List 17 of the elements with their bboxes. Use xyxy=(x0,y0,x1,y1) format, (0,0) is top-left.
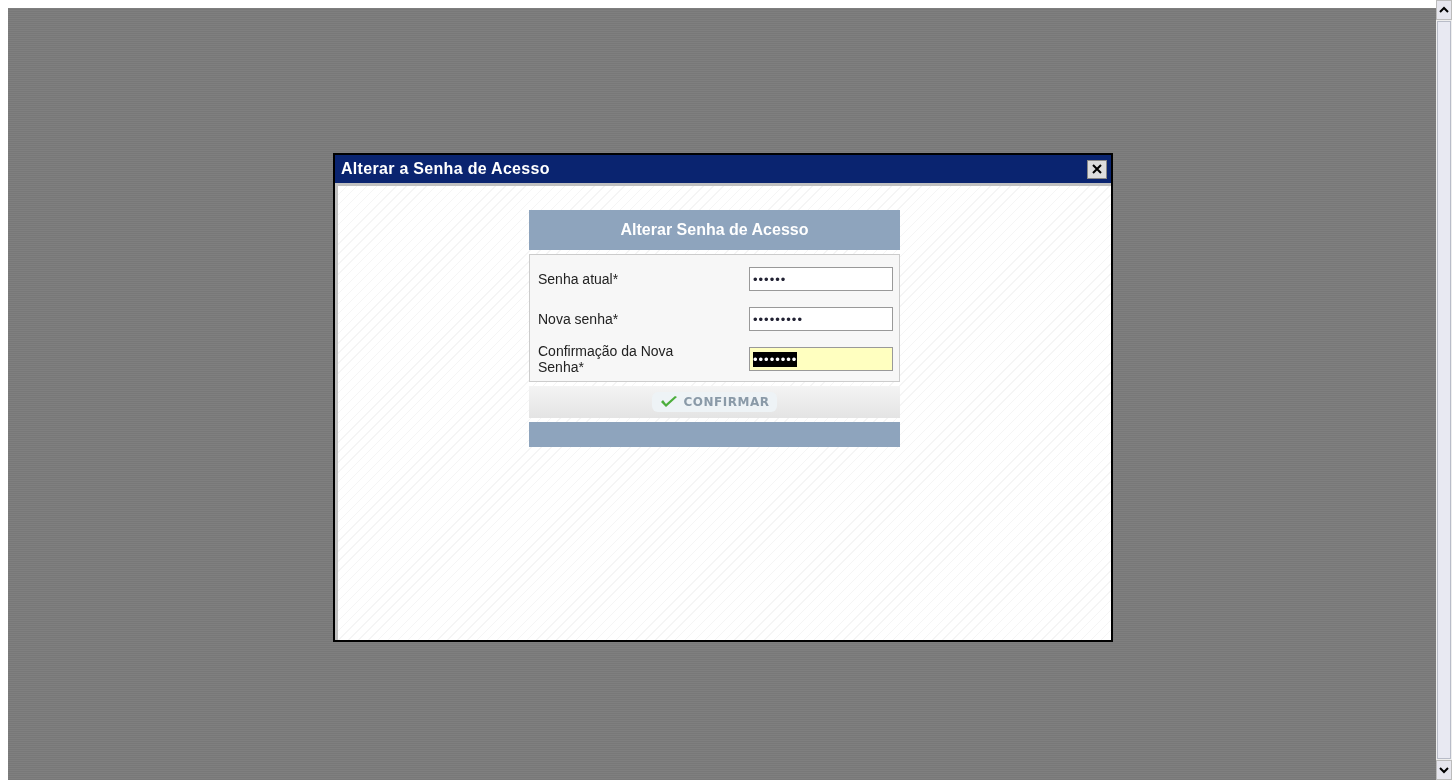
scroll-thumb[interactable] xyxy=(1437,21,1451,759)
form-heading: Alterar Senha de Acesso xyxy=(529,210,900,250)
password-field[interactable]: •••••• xyxy=(749,267,893,291)
password-field[interactable]: ••••••••• xyxy=(749,307,893,331)
scroll-up-button[interactable] xyxy=(1436,0,1452,20)
field-label: Confirmação da Nova Senha* xyxy=(538,343,675,375)
checkmark-icon xyxy=(659,395,678,409)
scroll-down-button[interactable] xyxy=(1436,760,1452,780)
caret-up-icon xyxy=(1439,6,1449,14)
scrollbar[interactable] xyxy=(1436,0,1452,780)
field-label: Senha atual* xyxy=(538,271,620,287)
close-icon xyxy=(1091,163,1103,175)
password-field[interactable]: •••••••• xyxy=(749,347,893,371)
field-label: Nova senha* xyxy=(538,311,620,327)
window-title: Alterar a Senha de Acesso xyxy=(341,160,550,178)
close-button[interactable] xyxy=(1087,159,1107,179)
caret-down-icon xyxy=(1439,766,1449,774)
